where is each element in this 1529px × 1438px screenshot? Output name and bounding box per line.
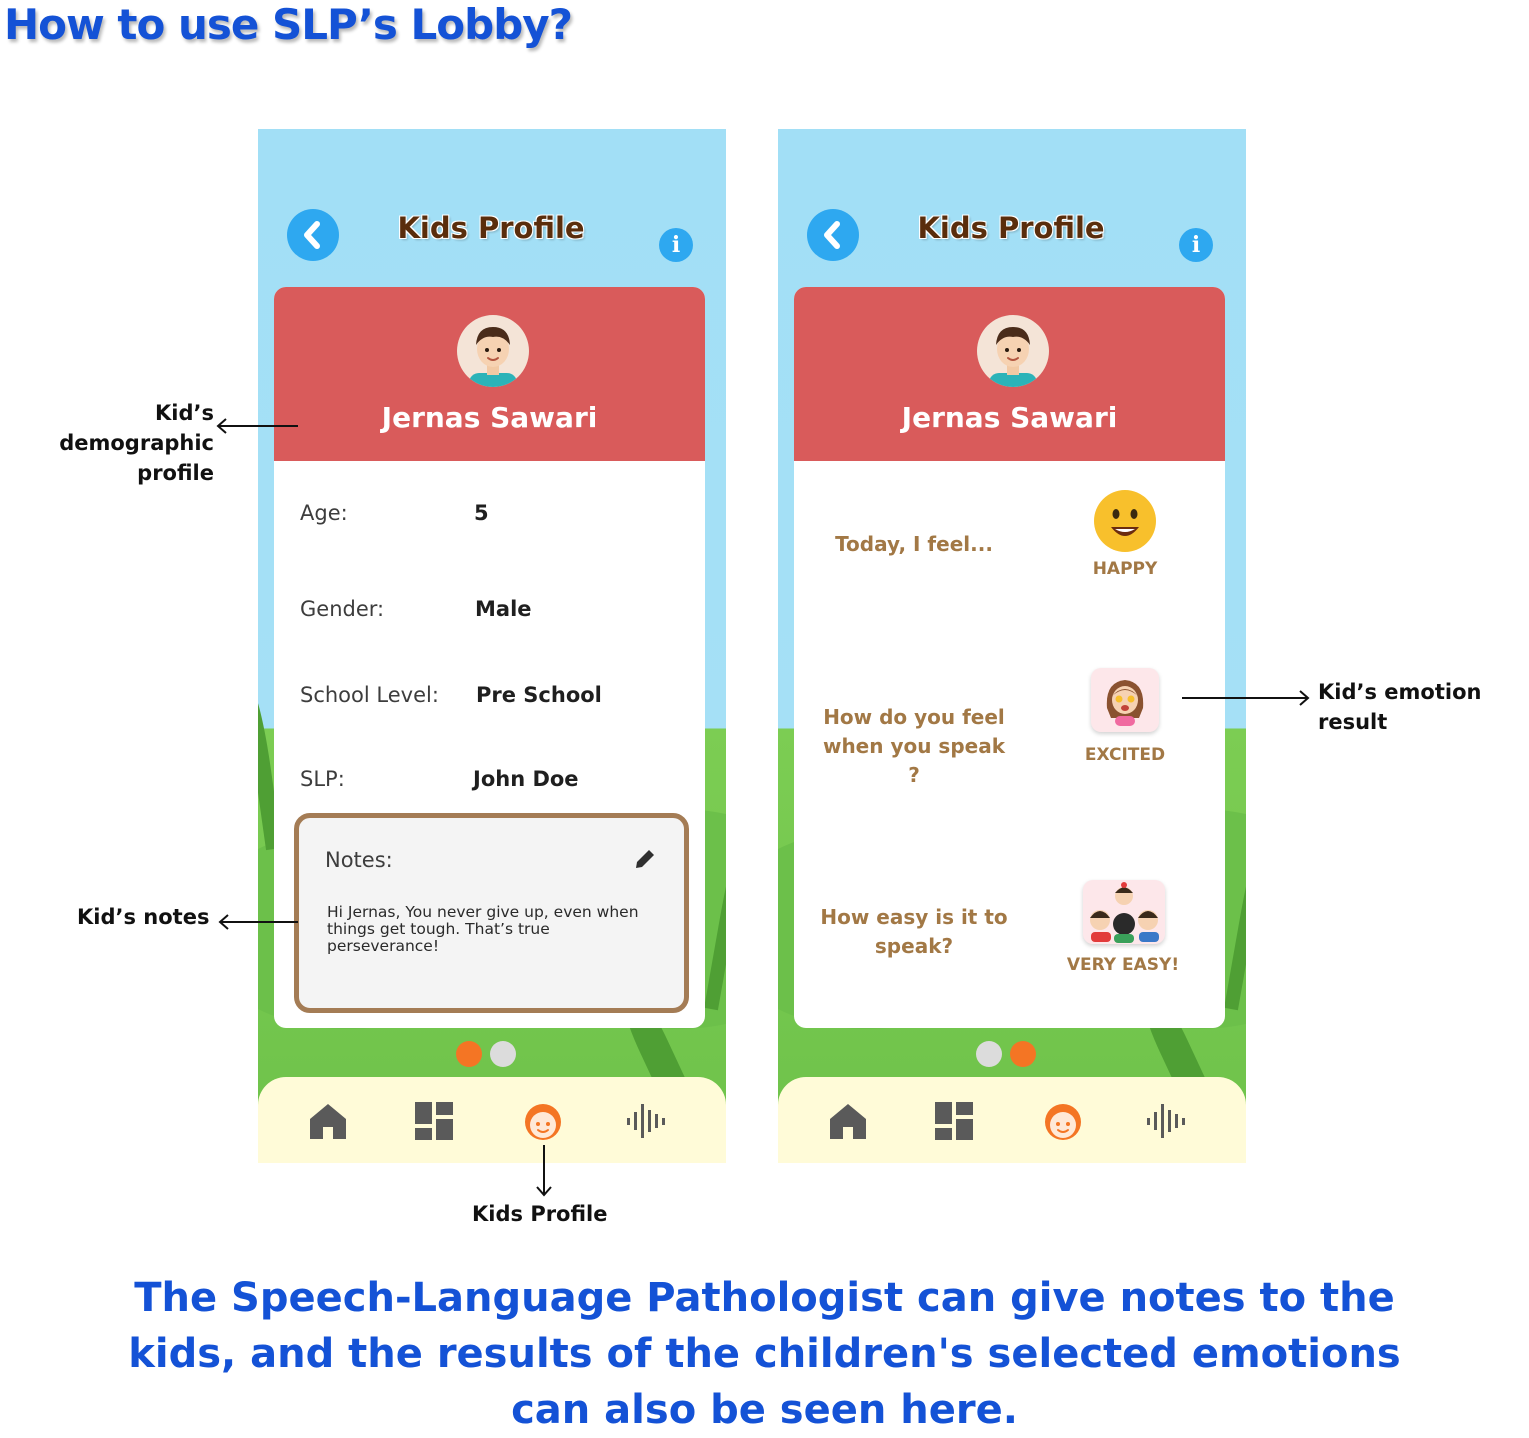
slp-value: John Doe [473,767,579,791]
home-icon[interactable] [306,1099,350,1143]
kids-group-icon [1090,882,1159,943]
info-icon: i [1191,232,1201,258]
annotation-emotion-line1: Kid’s emotion [1318,680,1482,704]
very-easy-tile [1083,880,1165,944]
caption-line-2: kids, and the results of the children's … [128,1331,1401,1377]
excited-tile [1091,668,1159,732]
emotion-card: Jernas Sawari Today, I feel... HAPPY How… [794,287,1225,1028]
bottom-caption: The Speech-Language Pathologist can give… [40,1270,1489,1438]
boy-avatar-icon [989,327,1037,387]
arrow-left-icon [216,418,298,434]
page-indicator [456,1041,526,1067]
page-title: How to use SLP’s Lobby? [4,0,573,49]
kid-face-icon[interactable] [521,1099,565,1143]
age-label: Age: [300,501,348,525]
annotation-demographic-line1: Kid’s demographic [59,401,214,455]
header-title: Kids Profile [917,211,1105,245]
annotation-emotion-line2: result [1318,710,1388,734]
arrow-right-icon [1182,690,1310,706]
phone-screen-profile: Kids Profile i Jernas Sawari Age: 5 Gend… [258,129,726,1163]
school-level-label: School Level: [300,683,439,707]
audio-wave-icon[interactable] [624,1099,668,1143]
dashboard-icon[interactable] [932,1099,976,1143]
annotation-demographic-line2: profile [137,461,214,485]
emotion-result: VERY EASY! [1066,955,1180,975]
emotion-question: How do you feel when you speak ? [822,705,1006,787]
age-value: 5 [474,501,489,525]
phone-screen-emotions: Kids Profile i Jernas Sawari Today, I fe… [778,129,1246,1163]
page-indicator [976,1041,1046,1067]
info-button[interactable]: i [1179,228,1213,262]
chevron-left-icon [824,221,840,249]
notes-text: Hi Jernas, You never give up, even when … [327,903,639,955]
home-icon[interactable] [826,1099,870,1143]
excited-girl-icon [1106,680,1144,726]
chevron-left-icon [304,221,320,249]
caption-line-1: The Speech-Language Pathologist can give… [134,1275,1395,1321]
boy-avatar-icon [469,327,517,387]
kid-face-icon[interactable] [1041,1099,1085,1143]
notes-label: Notes: [325,848,393,872]
info-icon: i [671,232,681,258]
info-button[interactable]: i [659,228,693,262]
happy-face-icon [1094,490,1156,552]
bottom-nav [778,1077,1246,1163]
annotation-demographic: Kid’s demographic profile [4,398,214,488]
back-button[interactable] [287,209,339,261]
page-dot[interactable] [976,1041,1002,1067]
school-level-value: Pre School [476,683,602,707]
annotation-emotion: Kid’s emotion result [1318,677,1481,737]
profile-card: Jernas Sawari Age: 5 Gender: Male School… [274,287,705,1028]
kid-name: Jernas Sawari [901,401,1118,434]
gender-label: Gender: [300,597,385,621]
avatar [457,315,529,387]
notes-box[interactable]: Notes: Hi Jernas, You never give up, eve… [294,813,689,1013]
dashboard-icon[interactable] [412,1099,456,1143]
avatar [977,315,1049,387]
caption-line-3: can also be seen here. [511,1387,1018,1433]
arrow-left-icon [218,914,298,930]
bottom-nav [258,1077,726,1163]
back-button[interactable] [807,209,859,261]
slp-label: SLP: [300,767,345,791]
emotion-question: Today, I feel... [835,532,993,556]
emotion-question: How easy is it to speak? [820,905,1008,958]
emotion-result: HAPPY [1092,559,1158,579]
demographic-header: Jernas Sawari [274,287,705,461]
demographic-header: Jernas Sawari [794,287,1225,461]
kid-name: Jernas Sawari [381,401,598,434]
arrow-down-icon [536,1145,552,1197]
page-dot-active[interactable] [456,1041,482,1067]
annotation-notes: Kid’s notes [77,905,210,929]
gender-value: Male [475,597,532,621]
emotion-result: EXCITED [1084,745,1166,765]
annotation-kids-profile: Kids Profile [472,1202,608,1226]
pencil-icon[interactable] [632,846,658,872]
audio-wave-icon[interactable] [1144,1099,1188,1143]
header-title: Kids Profile [397,211,585,245]
page-dot[interactable] [490,1041,516,1067]
page-dot-active[interactable] [1010,1041,1036,1067]
